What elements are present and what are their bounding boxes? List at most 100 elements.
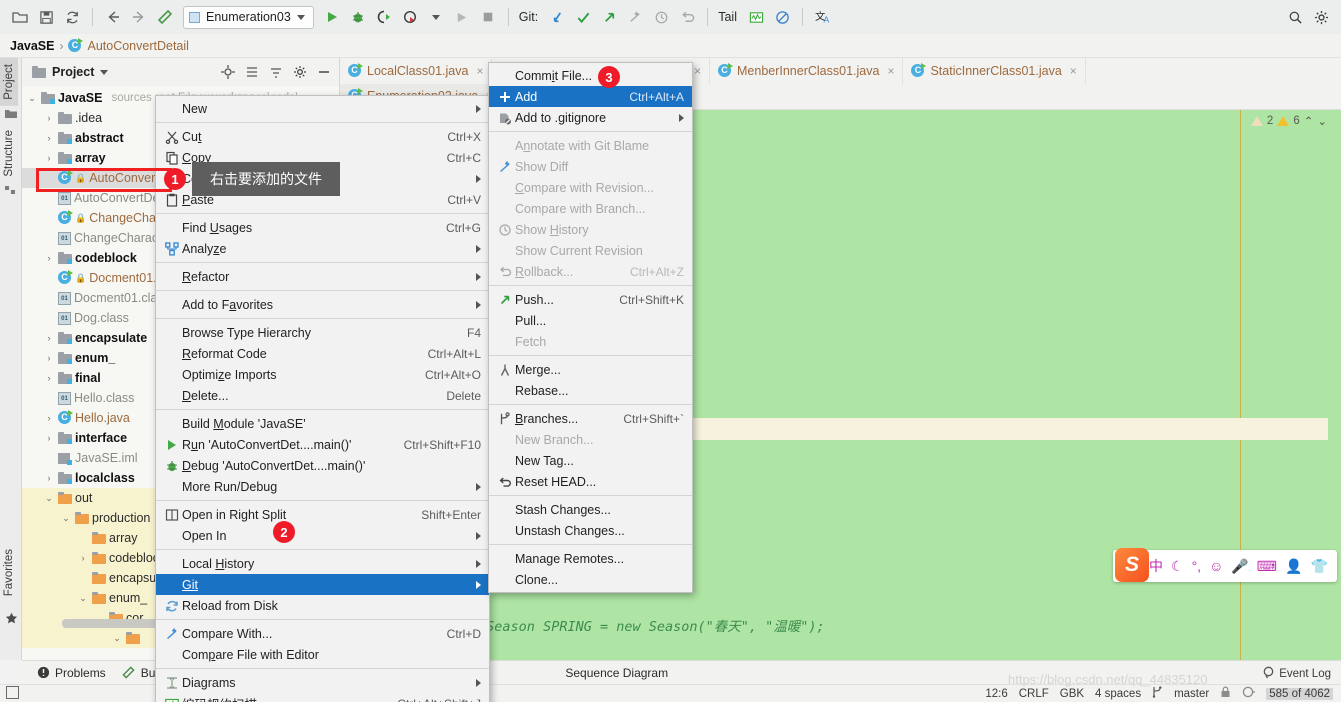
event-log-button[interactable]: Event Log xyxy=(1262,666,1331,682)
forward-arrow-icon[interactable] xyxy=(127,5,151,29)
chevron-down-icon[interactable] xyxy=(100,69,109,75)
gear-icon[interactable] xyxy=(1309,5,1333,29)
menu-item-refactor[interactable]: Refactor xyxy=(156,266,489,287)
menu-item-pull[interactable]: Pull... xyxy=(489,310,692,331)
open-folder-icon[interactable] xyxy=(8,5,32,29)
layout-toggle-icon[interactable] xyxy=(6,686,19,699)
menu-item-reset-head[interactable]: Reset HEAD... xyxy=(489,471,692,492)
tree-expand-arrow[interactable]: › xyxy=(43,133,55,143)
menu-item-open-in[interactable]: Open In xyxy=(156,525,489,546)
gear-icon[interactable] xyxy=(291,63,309,81)
status-line-separator[interactable]: CRLF xyxy=(1019,688,1049,700)
tool-window-sequence-diagram[interactable]: Sequence Diagram xyxy=(565,666,668,680)
debug-bug-icon[interactable] xyxy=(346,5,370,29)
ime-moon-icon[interactable]: ☾ xyxy=(1171,558,1184,575)
menu-item-more-run-debug[interactable]: More Run/Debug xyxy=(156,476,489,497)
profiler-dropdown-icon[interactable] xyxy=(424,5,448,29)
menu-item-open-in-right-split[interactable]: Open in Right Split Shift+Enter xyxy=(156,504,489,525)
tree-expand-arrow[interactable]: › xyxy=(43,113,55,123)
menu-item-branches[interactable]: Branches... Ctrl+Shift+` xyxy=(489,408,692,429)
plug-icon[interactable] xyxy=(1242,686,1256,701)
tree-expand-arrow[interactable]: › xyxy=(43,413,55,423)
breadcrumb-file[interactable]: AutoConvertDetail xyxy=(87,39,188,53)
inspection-up-icon[interactable]: ⌃ xyxy=(1304,114,1314,128)
run-configuration-selector[interactable]: Enumeration03 xyxy=(183,5,314,29)
tree-expand-arrow[interactable]: ⌄ xyxy=(26,93,38,103)
tool-window-problems[interactable]: Problems xyxy=(36,666,106,680)
status-memory[interactable]: 585 of 4062 xyxy=(1266,687,1333,700)
menu-item-find-usages[interactable]: Find Usages Ctrl+G xyxy=(156,217,489,238)
menu-item-diagrams[interactable]: Diagrams xyxy=(156,672,489,693)
status-indent[interactable]: 4 spaces xyxy=(1095,688,1141,700)
tree-expand-arrow[interactable]: › xyxy=(43,253,55,263)
sidebar-item-project[interactable]: Project xyxy=(0,58,18,106)
menu-item-optimize-imports[interactable]: Optimize Imports Ctrl+Alt+O xyxy=(156,364,489,385)
tree-expand-arrow[interactable]: › xyxy=(43,333,55,343)
menu-item-reload-from-disk[interactable]: Reload from Disk xyxy=(156,595,489,616)
menu-item-unstash-changes[interactable]: Unstash Changes... xyxy=(489,520,692,541)
ime-emoji-icon[interactable]: ☺ xyxy=(1209,558,1223,574)
status-caret-position[interactable]: 12:6 xyxy=(985,688,1007,700)
sidebar-item-favorites[interactable]: Favorites xyxy=(0,543,22,602)
close-icon[interactable]: × xyxy=(887,64,894,78)
status-encoding[interactable]: GBK xyxy=(1060,688,1084,700)
menu-item-add-to-gitignore[interactable]: Add to .gitignore xyxy=(489,107,692,128)
menu-item-new-tag[interactable]: New Tag... xyxy=(489,450,692,471)
tree-expand-arrow[interactable]: ⌄ xyxy=(60,513,72,523)
menu-item-push[interactable]: Push... Ctrl+Shift+K xyxy=(489,289,692,310)
git-submenu[interactable]: Commit File... Add Ctrl+Alt+A Add to .gitig… xyxy=(488,62,693,593)
menu-item-reformat-code[interactable]: Reformat Code Ctrl+Alt+L xyxy=(156,343,489,364)
menu-item-local-history[interactable]: Local History xyxy=(156,553,489,574)
back-arrow-icon[interactable] xyxy=(101,5,125,29)
save-icon[interactable] xyxy=(34,5,58,29)
tree-expand-arrow[interactable]: › xyxy=(43,153,55,163)
ime-skin-icon[interactable]: 👕 xyxy=(1310,558,1327,575)
menu-item-clone[interactable]: Clone... xyxy=(489,569,692,590)
sogou-ime-toolbar[interactable]: S 中 ☾ °, ☺ 🎤 ⌨ 👤 👕 xyxy=(1113,548,1337,582)
commit-checkmark-icon[interactable] xyxy=(571,5,595,29)
tree-expand-arrow[interactable]: ⌄ xyxy=(43,493,55,503)
menu-item-rebase[interactable]: Rebase... xyxy=(489,380,692,401)
menu-item-stash-changes[interactable]: Stash Changes... xyxy=(489,499,692,520)
inspection-widget[interactable]: 2 6 ⌃ ⌄ xyxy=(1250,114,1327,128)
ime-mode-chinese[interactable]: 中 xyxy=(1149,556,1163,576)
editor-tab[interactable]: C LocalClass01.java × xyxy=(340,58,493,84)
ime-account-icon[interactable]: 👤 xyxy=(1285,558,1302,575)
tree-expand-arrow[interactable]: › xyxy=(43,353,55,363)
menu-item-new[interactable]: New xyxy=(156,98,489,119)
hide-panel-icon[interactable] xyxy=(315,63,333,81)
run-play-icon[interactable] xyxy=(320,5,344,29)
tree-expand-arrow[interactable]: › xyxy=(43,473,55,483)
tree-expand-arrow[interactable]: › xyxy=(43,433,55,443)
sync-icon[interactable] xyxy=(60,5,84,29)
menu-item-build-module-javase[interactable]: Build Module 'JavaSE' xyxy=(156,413,489,434)
editor-tab[interactable]: C MenberInnerClass01.java × xyxy=(710,58,904,84)
build-hammer-icon[interactable] xyxy=(153,5,177,29)
close-icon[interactable]: × xyxy=(1070,64,1077,78)
ime-keyboard-icon[interactable]: ⌨ xyxy=(1257,558,1277,575)
push-arrow-icon[interactable] xyxy=(597,5,621,29)
menu-item-cut[interactable]: Cut Ctrl+X xyxy=(156,126,489,147)
status-branch[interactable]: master xyxy=(1174,688,1209,700)
tree-expand-arrow[interactable]: ⌄ xyxy=(77,593,89,603)
locate-icon[interactable] xyxy=(219,63,237,81)
editor-tab[interactable]: C StaticInnerClass01.java × xyxy=(903,58,1086,84)
tree-expand-arrow[interactable]: › xyxy=(77,553,89,563)
code-scan-icon[interactable] xyxy=(744,5,768,29)
expand-all-icon[interactable] xyxy=(267,63,285,81)
menu-item-git[interactable]: Git xyxy=(156,574,489,595)
menu-item-debug-autoconvertdet-main[interactable]: Debug 'AutoConvertDet....main()' xyxy=(156,455,489,476)
tree-expand-arrow[interactable]: ⌄ xyxy=(111,633,123,643)
menu-item-merge[interactable]: Merge... xyxy=(489,359,692,380)
translate-icon[interactable]: 文A xyxy=(811,5,835,29)
search-icon[interactable] xyxy=(1283,5,1307,29)
menu-item-run-autoconvertdet-main[interactable]: Run 'AutoConvertDet....main()' Ctrl+Shift… xyxy=(156,434,489,455)
menu-item-manage-remotes[interactable]: Manage Remotes... xyxy=(489,548,692,569)
ime-punctuation-icon[interactable]: °, xyxy=(1192,558,1202,574)
menu-item-analyze[interactable]: Analyze xyxy=(156,238,489,259)
menu-item-delete[interactable]: Delete... Delete xyxy=(156,385,489,406)
menu-item-[interactable]: 编码规约扫描 Ctrl+Alt+Shift+J xyxy=(156,693,489,702)
run-with-coverage-icon[interactable] xyxy=(372,5,396,29)
menu-item-compare-with[interactable]: Compare With... Ctrl+D xyxy=(156,623,489,644)
tree-expand-arrow[interactable]: › xyxy=(43,373,55,383)
